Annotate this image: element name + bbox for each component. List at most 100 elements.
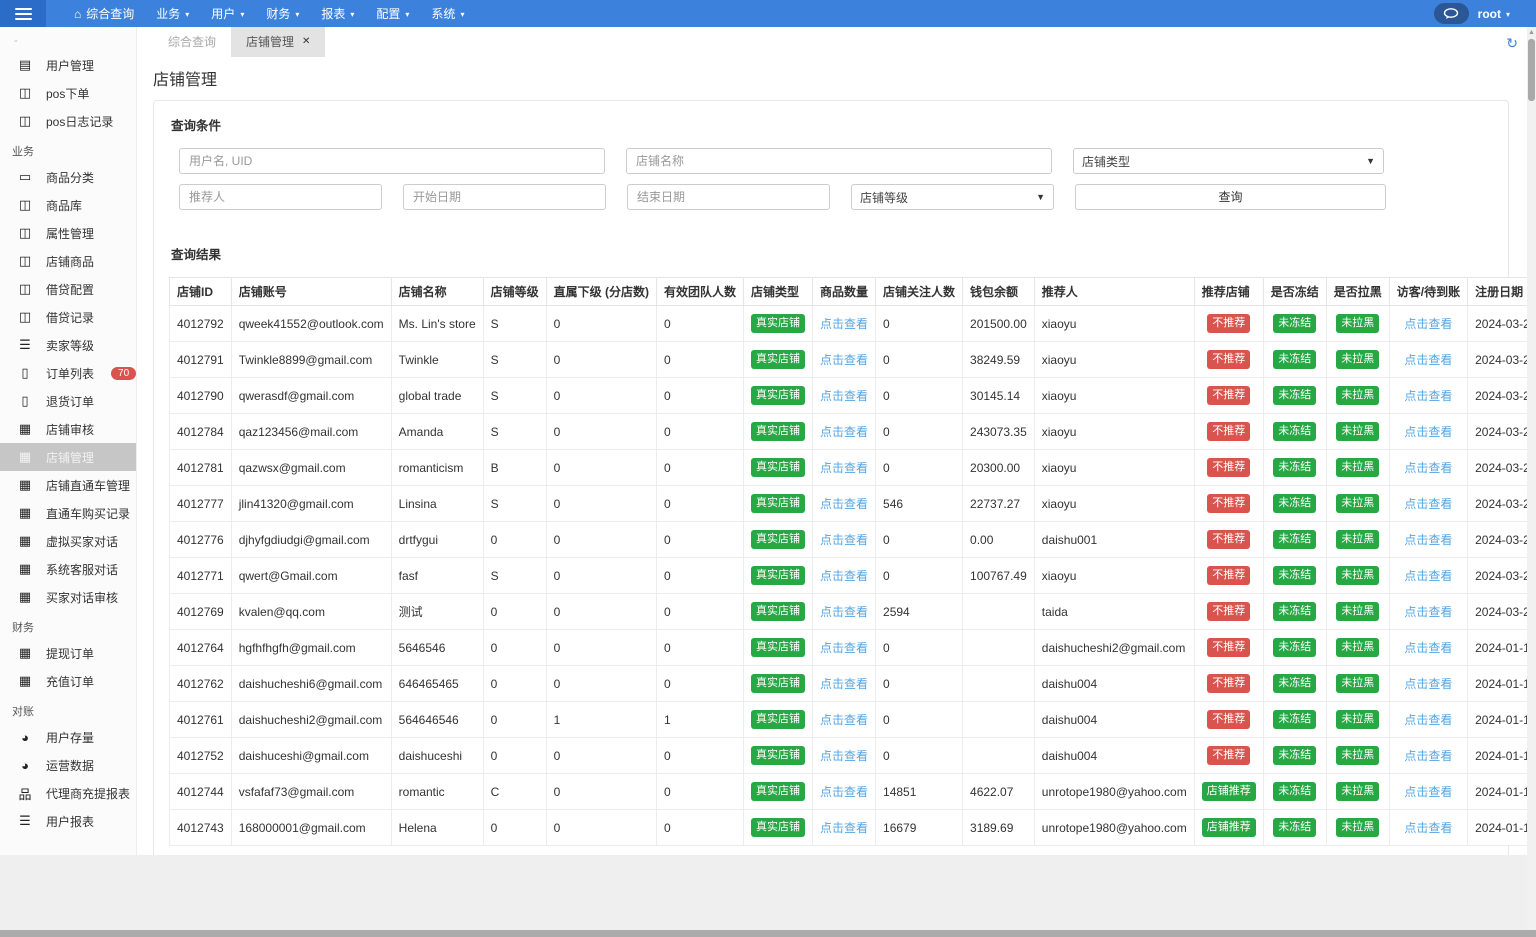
top-nav-item-0[interactable]: ⌂ 综合查询 (63, 0, 145, 27)
visitors-view-link[interactable]: 点击查看 (1404, 677, 1452, 691)
goods-view-link[interactable]: 点击查看 (820, 461, 868, 475)
goods-view-link[interactable]: 点击查看 (820, 605, 868, 619)
sidebar-item-退货订单[interactable]: ▯ 退货订单 (0, 387, 136, 415)
goods-view-link[interactable]: 点击查看 (820, 677, 868, 691)
close-icon[interactable]: ✕ (302, 27, 310, 57)
hamburger-menu-icon[interactable] (0, 0, 46, 27)
visitors-view-link[interactable]: 点击查看 (1404, 821, 1452, 835)
start-date-input[interactable] (403, 184, 606, 210)
goods-view-link[interactable]: 点击查看 (820, 569, 868, 583)
cell-followers: 0 (875, 665, 964, 702)
search-button[interactable]: 查询 (1075, 184, 1386, 210)
tab-summary-query[interactable]: 综合查询 (153, 27, 231, 57)
cell-shop-level: 0 (482, 629, 547, 666)
shop-type-select[interactable]: 店铺类型 ▼ (1073, 148, 1384, 174)
vertical-scrollbar-thumb[interactable] (1528, 39, 1535, 101)
cell-account: 168000001@gmail.com (230, 809, 392, 846)
visitors-view-link[interactable]: 点击查看 (1404, 785, 1452, 799)
goods-view-link[interactable]: 点击查看 (820, 497, 868, 511)
cell-shop-name: global trade (390, 377, 484, 414)
vertical-scrollbar[interactable]: ▲ (1527, 27, 1536, 930)
sidebar-item-借贷配置[interactable]: ◫ 借贷配置 (0, 275, 136, 303)
visitors-view-link[interactable]: 点击查看 (1404, 569, 1452, 583)
sidebar-item-订单列表[interactable]: ▯ 订单列表 70 (0, 359, 136, 387)
referrer-input[interactable] (179, 184, 382, 210)
top-nav-item-6[interactable]: 系统 ▾ (420, 0, 475, 27)
sidebar-item-商品库[interactable]: ◫ 商品库 (0, 191, 136, 219)
visitors-view-link[interactable]: 点击查看 (1404, 425, 1452, 439)
sidebar-item-店铺管理[interactable]: ▦ 店铺管理 (0, 443, 136, 471)
goods-view-link[interactable]: 点击查看 (820, 713, 868, 727)
goods-view-link[interactable]: 点击查看 (820, 389, 868, 403)
sidebar-item-买家对话审核[interactable]: ▦ 买家对话审核 (0, 583, 136, 611)
status-badge: 未冻结 (1273, 494, 1317, 513)
sidebar-item-提现订单[interactable]: ▦ 提现订单 (0, 639, 136, 667)
chat-icon[interactable] (1433, 3, 1469, 24)
goods-view-link[interactable]: 点击查看 (820, 425, 868, 439)
sidebar-item-虚拟买家对话[interactable]: ▦ 虚拟买家对话 (0, 527, 136, 555)
sidebar-item-运营数据[interactable]: ◕ 运营数据 (0, 751, 136, 779)
visitors-view-link[interactable]: 点击查看 (1404, 641, 1452, 655)
username-uid-input[interactable] (179, 148, 605, 174)
visitors-view-link[interactable]: 点击查看 (1404, 713, 1452, 727)
visitors-view-link[interactable]: 点击查看 (1404, 353, 1452, 367)
sidebar-item-商品分类[interactable]: ▭ 商品分类 (0, 163, 136, 191)
cell-account: daishucheshi2@gmail.com (230, 701, 392, 738)
sidebar-item-代理商充提报表[interactable]: 品代理商充提报表 (0, 779, 136, 807)
top-nav-item-1[interactable]: 业务 ▾ (145, 0, 200, 27)
sidebar-item-店铺商品[interactable]: ◫ 店铺商品 (0, 247, 136, 275)
sidebar-item-借贷记录[interactable]: ◫ 借贷记录 (0, 303, 136, 331)
cell-freeze-status: 未冻结 (1262, 809, 1327, 846)
goods-view-link[interactable]: 点击查看 (820, 533, 868, 547)
visitors-view-link[interactable]: 点击查看 (1404, 461, 1452, 475)
end-date-input[interactable] (627, 184, 830, 210)
top-nav-item-5[interactable]: 配置 ▾ (365, 0, 420, 27)
card-icon: ▦ (18, 645, 32, 660)
sidebar-item-pos日志记录[interactable]: ◫ pos日志记录 (0, 107, 136, 135)
status-badge: 真实店铺 (751, 638, 805, 657)
visitors-view-link[interactable]: 点击查看 (1404, 533, 1452, 547)
sidebar-item-充值订单[interactable]: ▦ 充值订单 (0, 667, 136, 695)
column-header-钱包余额: 钱包余额 (962, 277, 1035, 306)
pie-icon: ◕ (21, 757, 29, 773)
column-header-商品数量: 商品数量 (811, 277, 877, 306)
shop-level-select[interactable]: 店铺等级 ▼ (851, 184, 1054, 210)
sidebar-item-用户管理[interactable]: ▤ 用户管理 (0, 51, 136, 79)
sidebar-item-label: 虚拟买家对话 (46, 534, 119, 549)
top-nav-item-2[interactable]: 用户 ▾ (200, 0, 255, 27)
visitors-view-link[interactable]: 点击查看 (1404, 749, 1452, 763)
top-nav-item-4[interactable]: 报表 ▾ (310, 0, 365, 27)
cell-shop-id: 4012781 (169, 449, 232, 486)
scrollbar-up-arrow-icon[interactable]: ▲ (1527, 27, 1536, 36)
sidebar-item-直通车购买记录[interactable]: ▦ 直通车购买记录 (0, 499, 136, 527)
horizontal-scrollbar[interactable] (0, 930, 1536, 937)
visitors-view-link[interactable]: 点击查看 (1404, 497, 1452, 511)
shop-name-input[interactable] (626, 148, 1052, 174)
cell-followers: 546 (875, 485, 964, 522)
goods-view-link[interactable]: 点击查看 (820, 749, 868, 763)
top-nav-item-3[interactable]: 财务 ▾ (255, 0, 310, 27)
goods-view-link[interactable]: 点击查看 (820, 353, 868, 367)
page-bottom-band (0, 855, 1536, 930)
sidebar-item-店铺审核[interactable]: ▦ 店铺审核 (0, 415, 136, 443)
sidebar-item-店铺直通车管理[interactable]: ▦ 店铺直通车管理 (0, 471, 136, 499)
cell-freeze-status: 未冻结 (1262, 521, 1327, 558)
user-menu[interactable]: root ▾ (1478, 7, 1510, 21)
visitors-view-link[interactable]: 点击查看 (1404, 605, 1452, 619)
sidebar-item-卖家等级[interactable]: ☰ 卖家等级 (0, 331, 136, 359)
sidebar-item-用户报表[interactable]: ☰ 用户报表 (0, 807, 136, 835)
goods-view-link[interactable]: 点击查看 (820, 785, 868, 799)
goods-view-link[interactable]: 点击查看 (820, 821, 868, 835)
goods-view-link[interactable]: 点击查看 (820, 641, 868, 655)
visitors-view-link[interactable]: 点击查看 (1404, 317, 1452, 331)
refresh-icon[interactable]: ↻ (1506, 35, 1518, 52)
tab-shop-management[interactable]: 店铺管理 ✕ (231, 27, 326, 57)
sidebar-item-pos下单[interactable]: ◫ pos下单 (0, 79, 136, 107)
sidebar-item-label: 系统客服对话 (46, 562, 119, 577)
sidebar-item-属性管理[interactable]: ◫ 属性管理 (0, 219, 136, 247)
cell-shop-name: romanticism (390, 449, 484, 486)
goods-view-link[interactable]: 点击查看 (820, 317, 868, 331)
sidebar-item-用户存量[interactable]: ◕ 用户存量 (0, 723, 136, 751)
sidebar-item-系统客服对话[interactable]: ▦ 系统客服对话 (0, 555, 136, 583)
visitors-view-link[interactable]: 点击查看 (1404, 389, 1452, 403)
